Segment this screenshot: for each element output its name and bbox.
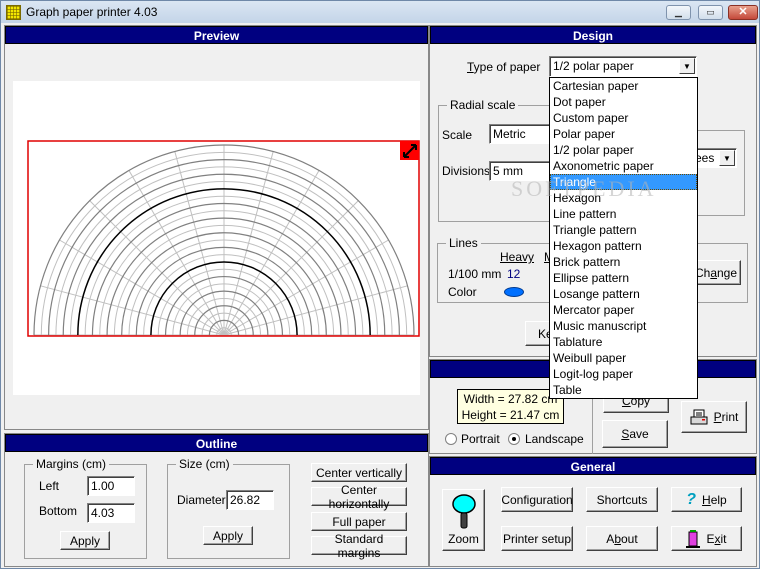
paper-type-option[interactable]: Mercator paper <box>550 302 697 318</box>
paper-type-option[interactable]: Custom paper <box>550 110 697 126</box>
left-margin-label: Left <box>39 479 60 493</box>
thickness-label: 1/100 mm <box>448 267 502 281</box>
chevron-down-icon[interactable]: ▼ <box>679 58 695 74</box>
paper-type-option[interactable]: Tablature <box>550 334 697 350</box>
page-height-text: Height = 21.47 cm <box>461 408 560 422</box>
configuration-button[interactable]: Configuration <box>501 487 573 512</box>
diameter-input[interactable]: 26.82 <box>226 490 274 510</box>
divisions-label: Divisions <box>442 164 491 178</box>
paper-type-option[interactable]: Axonometric paper <box>550 158 697 174</box>
heavy-column-header: Heavy <box>500 250 535 264</box>
landscape-label[interactable]: Landscape <box>525 432 584 446</box>
page-width-text: Width = 27.82 cm <box>463 392 558 406</box>
minimize-button[interactable]: ▁ <box>666 5 691 20</box>
save-button[interactable]: Save <box>602 420 668 448</box>
apply-margins-button[interactable]: Apply <box>60 531 110 550</box>
bottom-margin-label: Bottom <box>39 504 78 518</box>
paper-type-option[interactable]: Logit-log paper <box>550 366 697 382</box>
page-dimensions-box: Width = 27.82 cm Height = 21.47 cm <box>457 389 564 424</box>
zoom-button[interactable]: Zoom <box>442 489 485 551</box>
paper-type-option[interactable]: Ellipse pattern <box>550 270 697 286</box>
apply-size-button[interactable]: Apply <box>203 526 253 545</box>
standard-margins-button[interactable]: Standard margins <box>311 532 407 560</box>
paper-type-option[interactable]: Triangle <box>550 174 697 190</box>
shortcuts-button[interactable]: Shortcuts <box>586 487 658 512</box>
preview-header: Preview <box>5 26 428 44</box>
paper-type-option[interactable]: Table <box>550 382 697 398</box>
type-of-paper-select[interactable]: 1/2 polar paper ▼ <box>549 56 697 77</box>
chevron-down-icon[interactable]: ▼ <box>719 150 735 166</box>
center-horizontally-button[interactable]: Center horizontally <box>311 483 407 511</box>
lines-label: Lines <box>446 236 481 250</box>
general-header: General <box>430 457 756 475</box>
outline-header: Outline <box>5 434 428 452</box>
scale-select[interactable]: Metric <box>489 124 554 144</box>
change-button[interactable]: Change <box>691 260 741 285</box>
portrait-label[interactable]: Portrait <box>461 432 500 446</box>
help-button[interactable]: ? Help <box>671 487 742 512</box>
maximize-button[interactable]: ▭ <box>698 5 723 20</box>
question-mark-icon: ? <box>686 490 697 508</box>
paper-type-option[interactable]: 1/2 polar paper <box>550 142 697 158</box>
paper-type-option[interactable]: Losange pattern <box>550 286 697 302</box>
printer-setup-button[interactable]: Printer setup <box>501 526 573 551</box>
paper-type-option[interactable]: Music manuscript <box>550 318 697 334</box>
size-group-label: Size (cm) <box>176 457 233 471</box>
paper-type-option[interactable]: Weibull paper <box>550 350 697 366</box>
paper-type-option[interactable]: Line pattern <box>550 206 697 222</box>
heavy-thickness-value[interactable]: 12 <box>507 267 520 281</box>
landscape-radio[interactable] <box>508 433 520 445</box>
portrait-radio[interactable] <box>445 433 457 445</box>
resize-handle[interactable] <box>400 141 419 160</box>
paper-type-option[interactable]: Hexagon pattern <box>550 238 697 254</box>
preview-canvas <box>13 81 420 395</box>
type-of-paper-value: 1/2 polar paper <box>553 59 634 73</box>
paper-type-option[interactable]: Cartesian paper <box>550 78 697 94</box>
magnifier-icon <box>451 494 476 529</box>
close-button[interactable]: ✕ <box>728 5 758 20</box>
title-bar: Graph paper printer 4.03 ▁ ▭ ✕ <box>1 1 759 23</box>
paper-type-option[interactable]: Dot paper <box>550 94 697 110</box>
scale-label: Scale <box>442 128 473 142</box>
design-header: Design <box>430 26 756 44</box>
margins-group-label: Margins (cm) <box>33 457 110 471</box>
color-label: Color <box>448 285 477 299</box>
paper-type-option[interactable]: Brick pattern <box>550 254 697 270</box>
app-window: Graph paper printer 4.03 ▁ ▭ ✕ Preview O… <box>0 0 760 569</box>
zoom-label: Zoom <box>448 532 479 546</box>
paper-type-option[interactable]: Triangle pattern <box>550 222 697 238</box>
exit-door-icon <box>686 529 701 548</box>
printer-icon <box>690 409 708 425</box>
radial-scale-label: Radial scale <box>447 98 519 112</box>
window-title: Graph paper printer 4.03 <box>26 5 158 19</box>
full-paper-button[interactable]: Full paper <box>311 512 407 531</box>
divisions-select[interactable]: 5 mm <box>489 161 554 181</box>
diameter-label: Diameter <box>177 493 226 507</box>
left-margin-input[interactable]: 1.00 <box>87 476 135 496</box>
bottom-margin-input[interactable]: 4.03 <box>87 503 135 523</box>
paper-type-option[interactable]: Hexagon <box>550 190 697 206</box>
polar-paper-preview[interactable] <box>13 81 420 395</box>
about-button[interactable]: About <box>586 526 658 551</box>
exit-button[interactable]: Exit <box>671 526 742 551</box>
type-of-paper-label: Type of paper <box>467 60 541 74</box>
paper-type-option[interactable]: Polar paper <box>550 126 697 142</box>
graph-paper-app-icon <box>6 5 21 20</box>
paper-type-dropdown-list[interactable]: Cartesian paper Dot paper Custom paper Pola… <box>549 77 698 399</box>
heavy-color-swatch[interactable] <box>504 287 524 297</box>
center-vertically-button[interactable]: Center vertically <box>311 463 407 482</box>
print-button[interactable]: Print <box>681 401 747 433</box>
